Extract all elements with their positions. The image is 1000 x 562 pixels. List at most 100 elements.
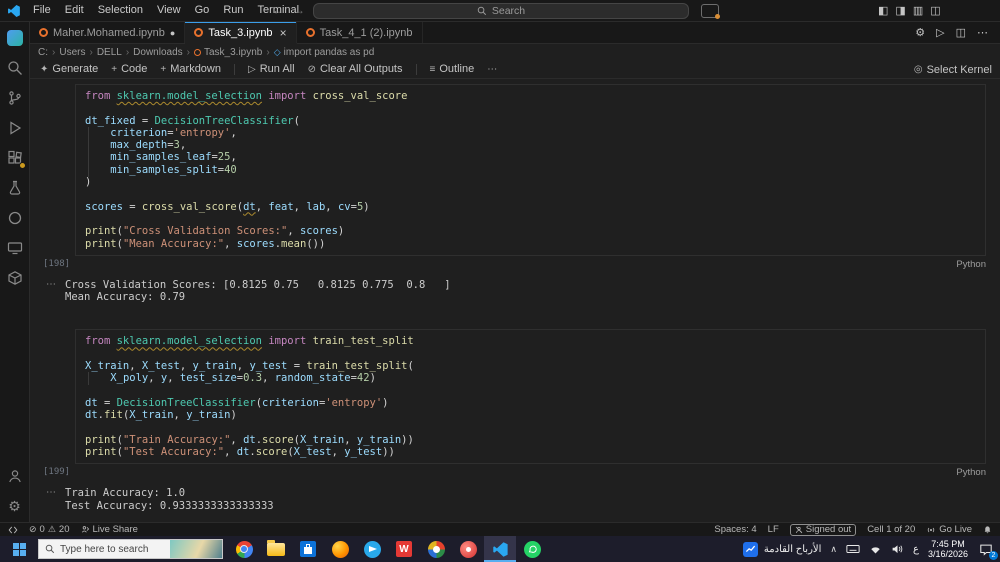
network-wifi-icon[interactable] (869, 543, 882, 555)
command-center-search[interactable]: Search (313, 3, 689, 19)
chrome-icon[interactable] (228, 536, 260, 562)
start-button[interactable] (0, 536, 38, 562)
menu-run[interactable]: Run (216, 0, 250, 21)
crumb-file[interactable]: Task_3.ipynb (204, 47, 262, 58)
more-actions-icon[interactable]: ⋯ (977, 26, 988, 39)
menu-selection[interactable]: Selection (91, 0, 150, 21)
account-icon[interactable] (7, 468, 23, 484)
crumb-cell-symbol[interactable]: import pandas as pd (284, 47, 375, 58)
titlebar: File Edit Selection View Go Run Terminal… (0, 0, 1000, 22)
modified-dot-icon[interactable]: ● (170, 28, 175, 38)
add-markdown-cell-button[interactable]: + Markdown (160, 63, 221, 75)
whatsapp-icon[interactable] (516, 536, 548, 562)
wondershare-icon[interactable]: W (388, 536, 420, 562)
output-options-icon[interactable]: ⋯ (46, 279, 56, 304)
firefox-icon[interactable] (324, 536, 356, 562)
search-highlight-image[interactable] (170, 540, 222, 558)
docker-icon[interactable] (7, 270, 23, 286)
live-share-icon (81, 526, 89, 533)
toggle-panel-icon[interactable]: ◨ (895, 0, 905, 22)
crumb-downloads[interactable]: Downloads (133, 47, 182, 58)
go-live-button[interactable]: Go Live (926, 524, 972, 535)
tab-label: Task_4_1 (2).ipynb (319, 26, 413, 39)
language-indicator[interactable]: ع (913, 544, 919, 555)
menu-view[interactable]: View (150, 0, 188, 21)
colorful-app-icon[interactable] (420, 536, 452, 562)
close-icon[interactable]: × (280, 26, 287, 40)
eol-indicator[interactable]: LF (768, 524, 779, 535)
indentation-indicator[interactable]: Spaces: 4 (714, 524, 756, 535)
cell-language-picker[interactable]: Python (956, 259, 986, 270)
telegram-icon[interactable] (356, 536, 388, 562)
code-cell-1[interactable]: from sklearn.model_selection import cros… (75, 84, 986, 256)
toggle-sidebar-icon[interactable]: ◧ (878, 0, 888, 22)
indent-guide (88, 372, 89, 386)
live-share-button[interactable]: Live Share (81, 524, 138, 535)
tab-task-4[interactable]: Task_4_1 (2).ipynb (296, 22, 423, 43)
taskbar-search-placeholder: Type here to search (60, 543, 149, 555)
file-explorer-icon[interactable] (260, 536, 292, 562)
copilot-icon[interactable] (701, 4, 720, 19)
action-center-icon[interactable]: 2 (977, 541, 998, 560)
touch-keyboard-icon[interactable] (846, 543, 860, 555)
crumb-dell[interactable]: DELL (97, 47, 122, 58)
generate-button[interactable]: ✦ Generate (40, 63, 98, 75)
cell-1-code[interactable]: from sklearn.model_selection import cros… (85, 90, 977, 250)
news-widget[interactable]: الأرباح القادمة (742, 541, 821, 557)
cell-position-indicator[interactable]: Cell 1 of 20 (867, 524, 915, 535)
warning-count: 20 (58, 524, 70, 535)
broadcast-icon (928, 527, 935, 532)
customize-layout-icon[interactable]: ◫ (930, 0, 940, 22)
search-icon (45, 544, 55, 554)
outline-button[interactable]: ≡ Outline (430, 63, 475, 75)
tab-maher-mohamed[interactable]: Maher.Mohamed.ipynb ● (30, 22, 186, 43)
manage-settings-icon[interactable]: ⚙ (7, 498, 23, 514)
cell-language-picker[interactable]: Python (956, 467, 986, 478)
notebook-toolbar: ✦ Generate + Code + Markdown ▷ Run All ⊘… (30, 60, 1000, 79)
notifications-bell-icon[interactable] (983, 525, 992, 534)
run-all-button[interactable]: ▷ Run All (248, 63, 295, 75)
split-editor-icon[interactable]: ◫ (956, 26, 966, 39)
remote-indicator[interactable] (8, 525, 18, 535)
forward-icon[interactable]: → (293, 0, 305, 21)
idm-icon[interactable] (452, 536, 484, 562)
cell-2-code[interactable]: from sklearn.model_selection import trai… (85, 335, 977, 458)
testing-icon[interactable] (7, 180, 23, 196)
clock[interactable]: 7:45 PM 3/16/2026 (928, 539, 968, 560)
toggle-secondary-sidebar-icon[interactable]: ▥ (913, 0, 923, 22)
menu-edit[interactable]: Edit (58, 0, 91, 21)
menu-go[interactable]: Go (188, 0, 217, 21)
problems-indicator[interactable]: ⊘ 0 ⚠ 20 (29, 524, 70, 535)
toolbar-more-button[interactable]: ⋯ (487, 64, 497, 75)
output-text: Train Accuracy: 1.0 Test Accuracy: 0.9333… (65, 487, 274, 512)
notebook-settings-icon[interactable]: ⚙ (915, 26, 925, 39)
run-current-icon[interactable]: ▷ (936, 26, 944, 39)
output-options-icon[interactable]: ⋯ (46, 487, 56, 512)
select-kernel-button[interactable]: ◎ Select Kernel (914, 60, 992, 79)
extensions-icon[interactable] (7, 150, 26, 169)
crumb-drive[interactable]: C: (38, 47, 48, 58)
jupyter-icon[interactable] (7, 210, 23, 226)
layout-controls: ◧ ◨ ▥ ◫ (878, 0, 941, 22)
clear-outputs-icon: ⊘ (307, 63, 316, 75)
microsoft-store-icon[interactable] (292, 536, 324, 562)
copilot-chat-icon[interactable] (6, 30, 23, 46)
menu-file[interactable]: File (26, 0, 58, 21)
back-icon[interactable]: ← (272, 0, 284, 21)
source-control-icon[interactable] (7, 90, 23, 106)
search-view-icon[interactable] (7, 60, 23, 76)
code-cell-2[interactable]: from sklearn.model_selection import trai… (75, 329, 986, 465)
remote-explorer-icon[interactable] (7, 240, 23, 256)
signed-out-button[interactable]: Signed out (789, 523, 857, 536)
clear-all-outputs-button[interactable]: ⊘ Clear All Outputs (308, 63, 403, 75)
volume-icon[interactable] (891, 543, 904, 555)
taskbar-search-input[interactable]: Type here to search (38, 539, 223, 559)
show-hidden-icons-chevron[interactable]: ∧ (830, 544, 837, 555)
add-code-cell-button[interactable]: + Code (111, 63, 147, 75)
vscode-window: File Edit Selection View Go Run Terminal… (0, 0, 1000, 562)
crumb-users[interactable]: Users (59, 47, 85, 58)
vscode-taskbar-icon[interactable] (484, 536, 516, 562)
cell-2-output: ⋯ Train Accuracy: 1.0 Test Accuracy: 0.93… (46, 487, 986, 512)
tab-task-3[interactable]: Task_3.ipynb × (185, 22, 297, 44)
run-and-debug-icon[interactable] (7, 120, 23, 136)
